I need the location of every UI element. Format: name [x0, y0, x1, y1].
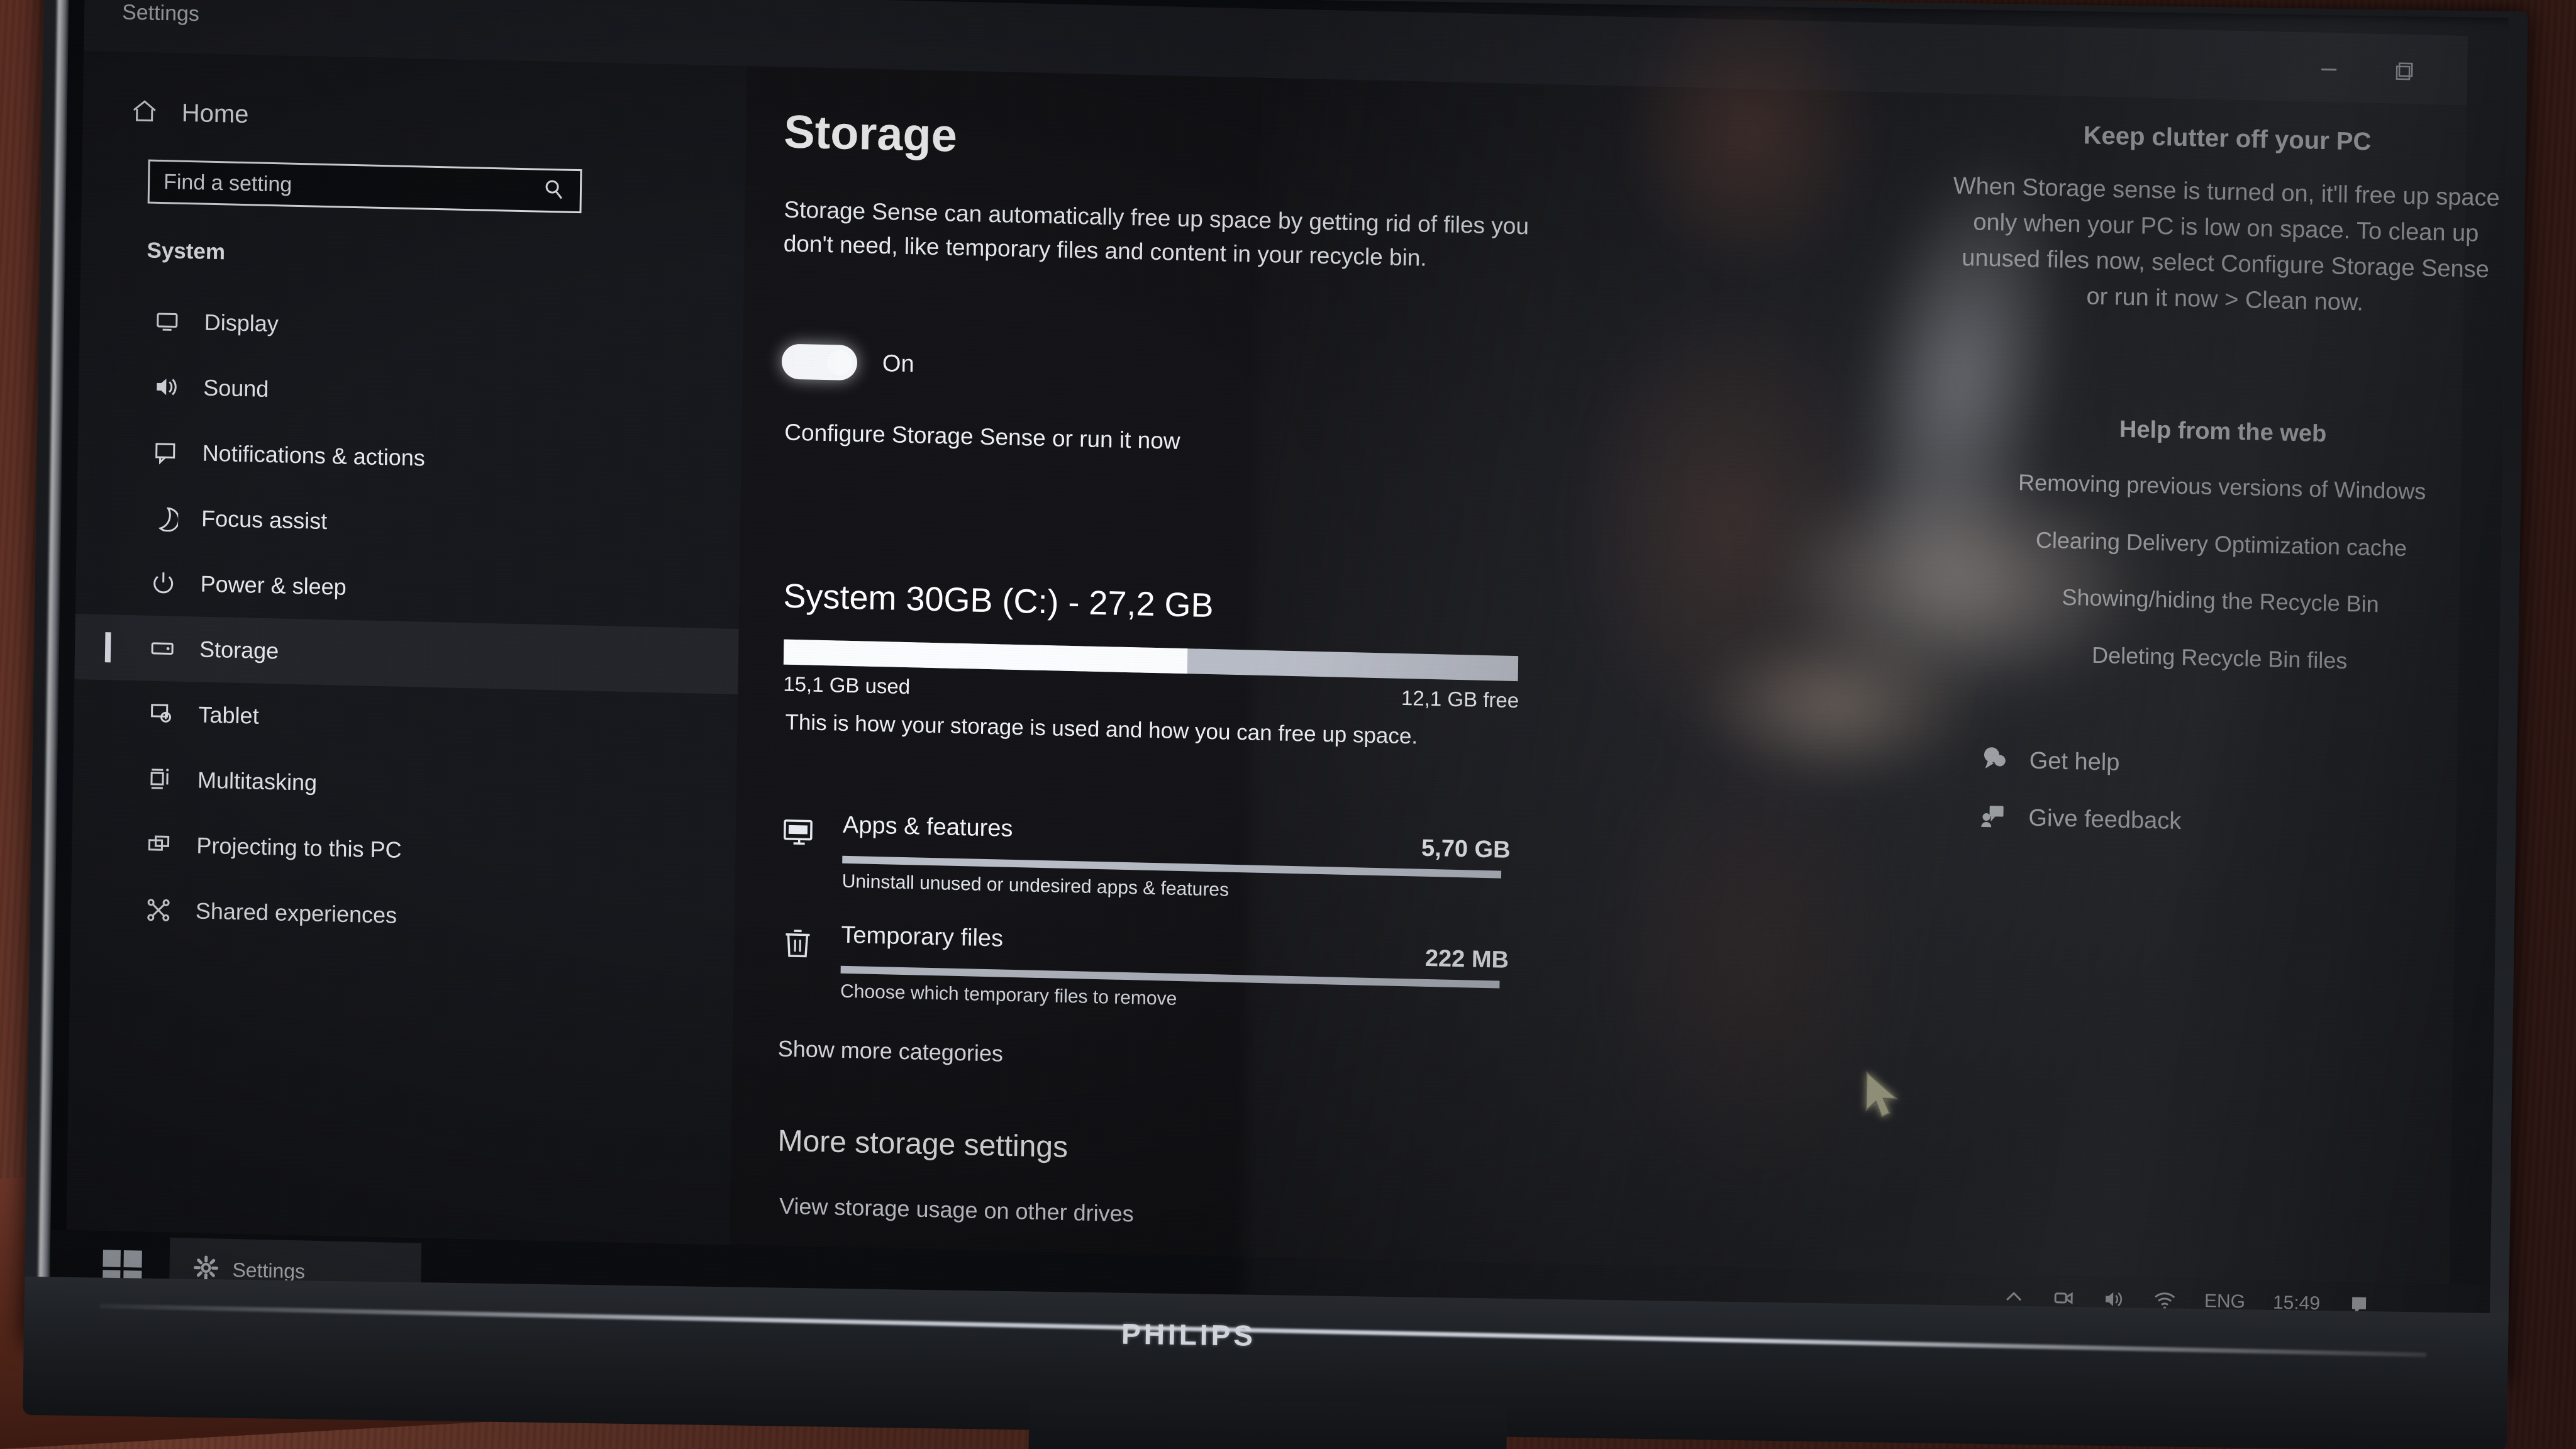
monitor-brand-logo: PHILIPS — [1121, 1317, 1257, 1352]
sidebar-item-label: Display — [204, 309, 279, 337]
drive-used-label: 15,1 GB used — [783, 672, 911, 699]
get-help-button[interactable]: Get help — [1979, 743, 2501, 789]
notification-icon — [148, 438, 182, 467]
toggle-state-label: On — [882, 350, 914, 377]
display-icon — [150, 308, 185, 336]
drive-free-label: 12,1 GB free — [1401, 686, 1519, 713]
category-size: 222 MB — [1424, 945, 1509, 974]
window-title: Settings — [121, 0, 200, 26]
sidebar-item-label: Tablet — [198, 701, 259, 729]
category-sublabel: Uninstall unused or undesired apps & fea… — [841, 870, 1230, 901]
sidebar-section-label: System — [147, 238, 226, 265]
drive-title: System 30GB (C:) - 27,2 GB — [783, 577, 1214, 625]
window-controls — [2291, 46, 2443, 94]
sidebar-item-label: Notifications & actions — [202, 440, 426, 471]
windows-desktop: Settings Home Find a setting System Disp… — [49, 0, 2509, 1341]
sidebar-item-label: Power & sleep — [200, 570, 347, 600]
configure-storage-sense-link[interactable]: Configure Storage Sense or run it now — [784, 419, 1180, 455]
sidebar-item-label: Shared experiences — [195, 897, 397, 928]
help-web-link[interactable]: Removing previous versions of Windows — [1939, 465, 2506, 509]
storage-sense-toggle-row: On — [781, 343, 914, 382]
view-storage-other-drives-link[interactable]: View storage usage on other drives — [779, 1193, 1134, 1228]
home-icon — [130, 96, 159, 129]
share-icon — [142, 896, 176, 924]
sidebar-item-label: Sound — [203, 374, 269, 402]
feedback-icon — [1978, 801, 2009, 835]
storage-category-row[interactable]: Temporary files 222 MB Choose which temp… — [772, 919, 1514, 1009]
sidebar: Home Find a setting System Display Sound… — [66, 51, 747, 1245]
sidebar-home-label: Home — [181, 99, 249, 129]
apps-icon — [779, 814, 819, 854]
projecting-icon — [142, 831, 177, 859]
help-from-web-heading: Help from the web — [2119, 416, 2327, 448]
chevron-up-icon[interactable] — [2003, 1286, 2024, 1308]
page-title: Storage — [783, 105, 958, 162]
category-size: 5,70 GB — [1421, 835, 1511, 863]
sidebar-item-label: Multitasking — [197, 767, 318, 796]
power-icon — [146, 569, 180, 597]
sidebar-item-label: Storage — [199, 636, 279, 664]
drive-note: This is how your storage is used and how… — [785, 709, 1418, 749]
more-storage-settings-heading: More storage settings — [777, 1124, 1069, 1165]
get-help-label: Get help — [2029, 747, 2120, 777]
minimize-icon[interactable] — [2291, 46, 2367, 93]
monitor-screen: Settings Home Find a setting System Disp… — [49, 0, 2509, 1341]
storage-category-row[interactable]: Apps & features 5,70 GB Uninstall unused… — [774, 809, 1516, 901]
help-web-link[interactable]: Showing/hiding the Recycle Bin — [1937, 579, 2504, 623]
show-more-categories-link[interactable]: Show more categories — [777, 1036, 1004, 1067]
toggle-knob — [826, 350, 853, 375]
storage-sense-description: Storage Sense can automatically free up … — [783, 196, 1530, 271]
help-web-link[interactable]: Deleting Recycle Bin files — [1936, 636, 2503, 680]
photo-scene: Settings Home Find a setting System Disp… — [0, 0, 2576, 1449]
storage-icon — [145, 635, 180, 663]
give-feedback-label: Give feedback — [2028, 804, 2182, 835]
settings-window: Settings Home Find a setting System Disp… — [66, 0, 2500, 1284]
multitasking-icon — [143, 765, 178, 794]
drive-usage-used-segment — [783, 639, 1188, 674]
search-input[interactable]: Find a setting — [147, 159, 582, 214]
give-feedback-button[interactable]: Give feedback — [1978, 801, 2501, 846]
trash-icon — [778, 924, 818, 964]
monitor: Settings Home Find a setting System Disp… — [23, 0, 2546, 1449]
rail-paragraph: When Storage sense is turned on, it'll f… — [1953, 172, 2501, 316]
moon-icon — [147, 504, 182, 532]
sidebar-item-label: Focus assist — [201, 505, 328, 535]
storage-sense-toggle[interactable] — [781, 343, 858, 381]
help-icon — [1979, 743, 2009, 777]
rail-heading: Keep clutter off your PC — [2083, 121, 2372, 156]
category-name: Temporary files — [841, 921, 1004, 952]
search-icon — [542, 177, 567, 204]
tablet-icon — [144, 700, 179, 728]
search-placeholder: Find a setting — [163, 169, 292, 197]
sidebar-item-home[interactable]: Home — [130, 96, 249, 131]
rail-actions: Get help Give feedback — [1934, 743, 2501, 846]
help-web-link[interactable]: Clearing Delivery Optimization cache — [1938, 523, 2505, 566]
help-rail: Keep clutter off your PC When Storage se… — [1934, 93, 2509, 846]
sidebar-nav: Display Sound Notifications & actions Fo… — [70, 287, 743, 956]
monitor-stand — [1028, 1398, 1507, 1449]
sound-icon — [149, 373, 184, 401]
sidebar-item-label: Projecting to this PC — [196, 832, 402, 863]
category-name: Apps & features — [842, 811, 1013, 842]
restore-icon[interactable] — [2367, 48, 2443, 95]
category-sublabel: Choose which temporary files to remove — [840, 980, 1177, 1009]
